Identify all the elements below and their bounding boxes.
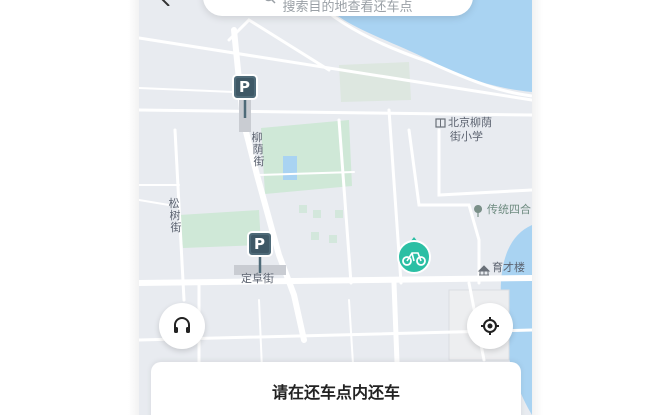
return-hint-card: 请在还车点内还车 [151, 362, 521, 415]
locate-button[interactable] [467, 303, 513, 349]
map-canvas[interactable] [139, 0, 532, 415]
search-placeholder: 搜索目的地查看还车点 [282, 0, 413, 15]
search-bar[interactable]: 搜索目的地查看还车点 [203, 0, 473, 16]
left-shadow [128, 0, 139, 415]
app-screen: P P 柳 荫 街 松 树 街 定阜街 北京柳荫 街小学 传统四合 育才楼 搜索… [139, 0, 532, 415]
parking-label-north: P [239, 78, 250, 96]
poi-label-school-2: 街小学 [450, 130, 483, 143]
street-label-liuyin-3: 街 [253, 155, 265, 168]
customer-service-button[interactable] [159, 303, 205, 349]
street-label-dingfu: 定阜街 [241, 272, 274, 285]
search-icon [266, 0, 277, 4]
street-label-songshu-3: 街 [170, 221, 182, 234]
poi-label-school-1: 北京柳荫 [448, 116, 492, 129]
headset-icon [174, 317, 190, 333]
parking-label-south: P [254, 235, 265, 253]
poi-label-courtyard: 传统四合 [487, 203, 531, 216]
crosshair-icon [481, 317, 499, 335]
back-arrow-icon[interactable] [159, 0, 175, 6]
poi-label-building: 育才楼 [492, 261, 525, 274]
pond [283, 156, 297, 180]
return-hint-title: 请在还车点内还车 [271, 383, 400, 402]
right-shadow [532, 0, 543, 415]
